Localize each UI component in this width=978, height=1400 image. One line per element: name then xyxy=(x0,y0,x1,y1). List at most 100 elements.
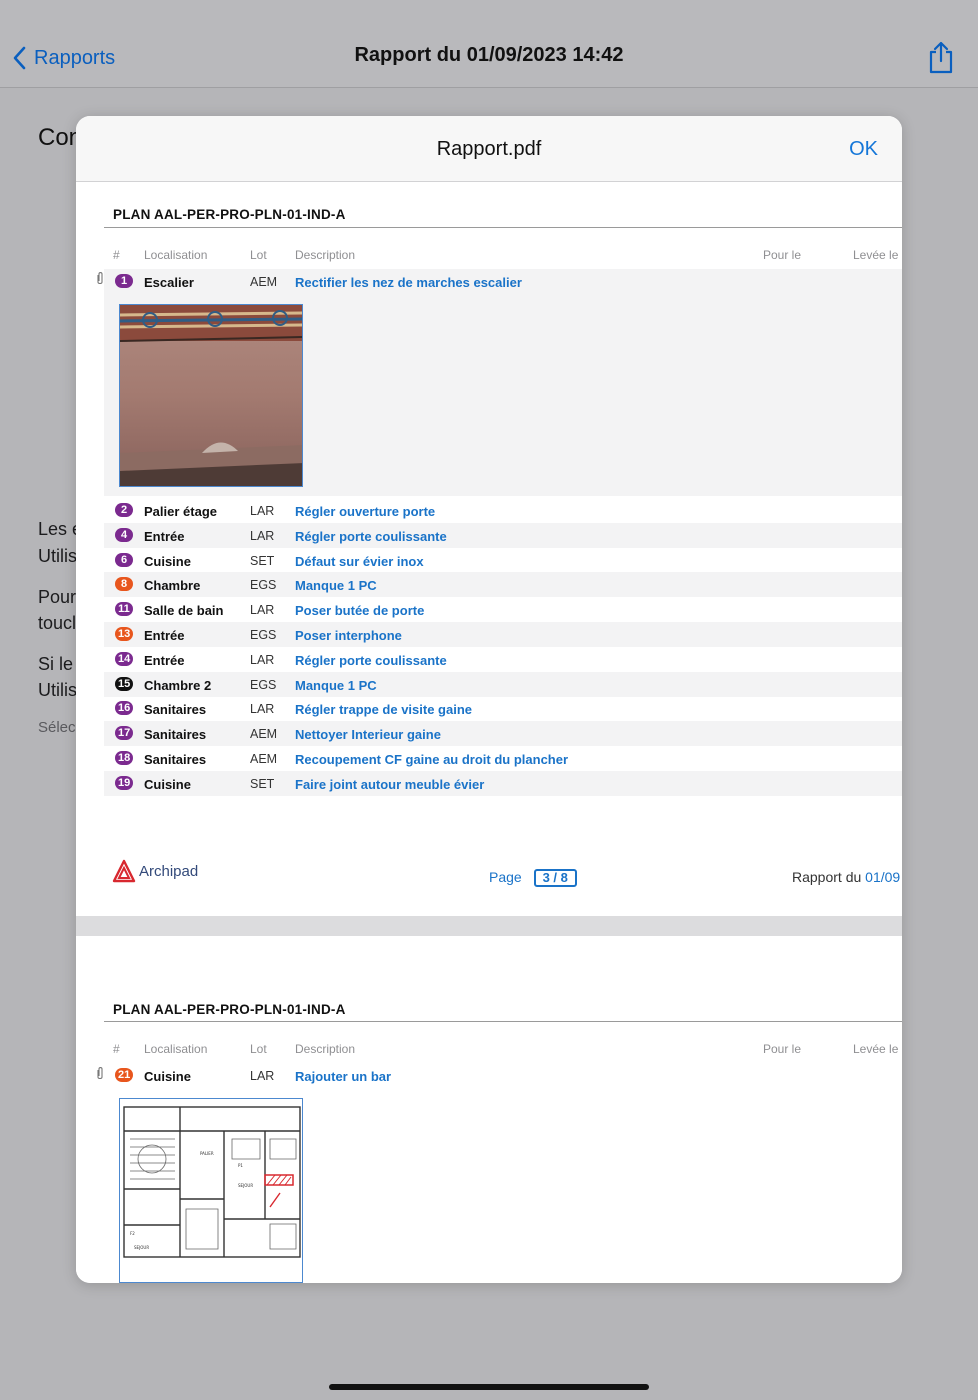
item-lot: LAR xyxy=(250,1069,275,1083)
item-number-badge: 16 xyxy=(115,701,134,716)
item-lot: AEM xyxy=(250,752,278,766)
item-localisation: Salle de bain xyxy=(144,603,224,619)
item-description-link[interactable]: Régler porte coulissante xyxy=(295,529,447,544)
archipad-logo-text: Archipad xyxy=(139,862,199,880)
item-lot: AEM xyxy=(250,727,278,742)
item-description-link[interactable]: Défaut sur évier inox xyxy=(295,554,424,569)
item-description-link[interactable]: Nettoyer Interieur gaine xyxy=(295,727,441,742)
item-lot: SET xyxy=(250,776,275,791)
item-number-badge: 11 xyxy=(115,602,133,617)
item-localisation: Entrée xyxy=(144,652,185,668)
item-number-badge: 19 xyxy=(115,775,134,790)
item-localisation: Sanitaires xyxy=(144,727,207,743)
paperclip-icon xyxy=(97,272,103,284)
item-description-link[interactable]: Manque 1 PC xyxy=(295,578,377,593)
pdf-page[interactable]: PLAN AAL-PER-PRO-PLN-01-IND-A # Localisa… xyxy=(76,183,902,916)
floor-plan-thumbnail[interactable]: PALIER P1 SEJOUR F2 SEJOUR xyxy=(119,1098,303,1283)
item-description-link[interactable]: Régler ouverture porte xyxy=(295,504,435,519)
table-row[interactable]: 21 Cuisine LAR Rajouter un bar xyxy=(104,1063,902,1088)
item-description-link[interactable]: Régler trappe de visite gaine xyxy=(295,702,472,717)
item-description-link[interactable]: Poser butée de porte xyxy=(295,603,424,618)
item-number-badge: 8 xyxy=(115,577,133,592)
table-row[interactable]: 14 Entrée LAR Régler porte coulissante xyxy=(104,647,902,672)
item-number-badge: 6 xyxy=(115,552,133,567)
table-row[interactable]: 15 Chambre 2 EGS Manque 1 PC xyxy=(104,671,902,697)
item-description-link[interactable]: Rectifier les nez de marches escalier xyxy=(295,275,522,290)
page-title: Rapport du 01/09/2023 14:42 xyxy=(354,44,624,66)
item-localisation: Cuisine xyxy=(144,1069,191,1084)
table-row[interactable]: 11 Salle de bain LAR Poser butée de porte xyxy=(104,597,902,622)
item-lot: EGS xyxy=(250,677,277,692)
item-number-badge: 18 xyxy=(115,751,134,765)
background-text: Pour xyxy=(38,587,77,607)
paperclip-icon xyxy=(97,1067,103,1079)
item-description-link[interactable]: Rajouter un bar xyxy=(295,1069,391,1084)
background-text: Utilis xyxy=(38,680,77,700)
table-row[interactable]: 8 Chambre EGS Manque 1 PC xyxy=(104,572,902,598)
item-description-link[interactable]: Poser interphone xyxy=(295,628,402,643)
pdf-preview-sheet: Rapport.pdf OK PLAN AAL-PER-PRO-PLN-01-I… xyxy=(76,116,902,1283)
archipad-logo-icon xyxy=(112,859,136,883)
report-label: Rapport du xyxy=(792,869,862,885)
item-lot: LAR xyxy=(250,504,275,518)
item-description-link[interactable]: Recoupement CF gaine au droit du planche… xyxy=(295,752,568,767)
table-row[interactable]: 6 Cuisine SET Défaut sur évier inox xyxy=(104,548,902,573)
item-number-badge: 4 xyxy=(115,527,133,542)
column-header-lot: Lot xyxy=(250,248,267,262)
item-localisation: Chambre xyxy=(144,578,201,594)
page-separator xyxy=(76,916,902,936)
svg-text:PALIER: PALIER xyxy=(200,1151,214,1156)
item-localisation: Sanitaires xyxy=(144,752,207,767)
table-row[interactable]: 13 Entrée EGS Poser interphone xyxy=(104,622,902,647)
report-date: 01/09 xyxy=(865,869,901,885)
ok-button[interactable]: OK xyxy=(849,138,878,161)
item-localisation: Palier étage xyxy=(144,504,217,519)
navigation-bar: Rapports Rapport du 01/09/2023 14:42 xyxy=(0,0,978,88)
column-header-description: Description xyxy=(295,248,356,262)
svg-text:P1: P1 xyxy=(238,1163,243,1168)
item-lot: EGS xyxy=(250,628,277,642)
column-header-pour-le: Pour le xyxy=(763,1042,802,1056)
column-header-levee-le: Levée le xyxy=(853,1042,899,1056)
table-row[interactable]: 18 Sanitaires AEM Recoupement CF gaine au d… xyxy=(104,746,902,771)
divider xyxy=(104,227,902,228)
item-number-badge: 13 xyxy=(115,627,134,641)
item-localisation: Escalier xyxy=(144,275,194,290)
pdf-page[interactable]: PLAN AAL-PER-PRO-PLN-01-IND-A # Localisa… xyxy=(76,936,902,1283)
table-row[interactable]: 2 Palier étage LAR Régler ouverture porte xyxy=(104,498,902,523)
item-localisation: Entrée xyxy=(144,528,185,544)
item-description-link[interactable]: Manque 1 PC xyxy=(295,678,377,693)
table-row[interactable]: 16 Sanitaires LAR Régler trappe de visite g… xyxy=(104,696,902,721)
item-number-badge: 2 xyxy=(115,503,133,517)
svg-text:F2: F2 xyxy=(130,1231,135,1236)
item-lot: EGS xyxy=(250,578,277,593)
page-indicator: Page 3 / 8 xyxy=(489,869,577,887)
svg-text:SEJOUR: SEJOUR xyxy=(134,1245,149,1250)
table-row[interactable]: 17 Sanitaires AEM Nettoyer Interieur gaine xyxy=(104,721,902,747)
item-description-link[interactable]: Faire joint autour meuble évier xyxy=(295,777,484,792)
item-lot: SET xyxy=(250,553,275,568)
svg-text:SEJOUR: SEJOUR xyxy=(238,1183,253,1188)
item-description-link[interactable]: Régler porte coulissante xyxy=(295,653,447,668)
table-row[interactable]: 4 Entrée LAR Régler porte coulissante xyxy=(104,522,902,548)
column-header-localisation: Localisation xyxy=(144,1042,208,1056)
background-caption: Sélec xyxy=(38,719,76,736)
item-number-badge: 21 xyxy=(115,1068,134,1082)
item-number-badge: 1 xyxy=(115,274,133,288)
item-number-badge: 14 xyxy=(115,651,134,666)
item-lot: LAR xyxy=(250,603,275,618)
page-number-box: 3 / 8 xyxy=(533,869,577,887)
photo-thumbnail[interactable] xyxy=(119,304,303,487)
item-lot: LAR xyxy=(250,652,275,667)
plan-title: PLAN AAL-PER-PRO-PLN-01-IND-A xyxy=(113,1002,346,1017)
item-lot: AEM xyxy=(250,275,278,289)
plan-title: PLAN AAL-PER-PRO-PLN-01-IND-A xyxy=(113,207,346,222)
item-localisation: Cuisine xyxy=(144,553,191,569)
share-icon[interactable] xyxy=(926,40,956,74)
sheet-header: Rapport.pdf OK xyxy=(76,116,902,182)
table-row[interactable]: 19 Cuisine SET Faire joint autour meuble év… xyxy=(104,770,902,796)
item-number-badge: 15 xyxy=(115,676,134,691)
background-text: toucl xyxy=(38,613,77,633)
background-text: Si le xyxy=(38,654,74,674)
column-header-number: # xyxy=(113,1042,120,1056)
